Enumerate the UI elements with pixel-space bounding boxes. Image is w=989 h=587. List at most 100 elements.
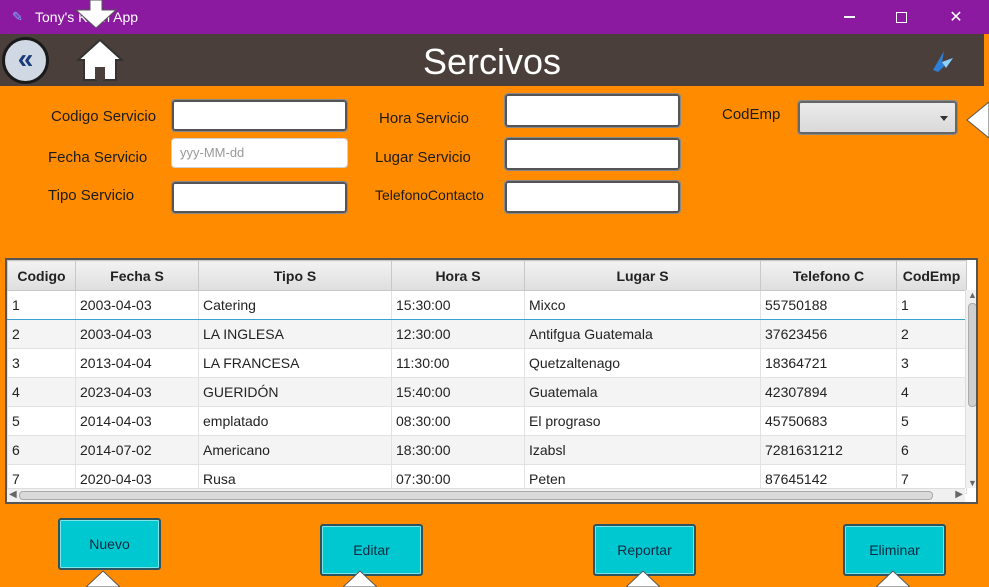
pointer-arrow-icon xyxy=(74,0,118,29)
lugar-servicio-input[interactable] xyxy=(504,137,681,171)
pointer-arrow-icon xyxy=(626,570,660,587)
column-header[interactable]: Fecha S xyxy=(75,260,199,291)
feather-icon: ✎ xyxy=(12,9,23,24)
fecha-servicio-input[interactable]: yyy-MM-dd xyxy=(171,138,348,168)
editar-button[interactable]: Editar xyxy=(320,524,423,576)
table-cell: 1 xyxy=(7,290,76,320)
table-cell: 2 xyxy=(896,319,967,349)
table-cell: 6 xyxy=(7,435,76,465)
table-cell: 6 xyxy=(896,435,967,465)
table-cell: 2013-04-04 xyxy=(75,348,199,378)
table-cell: 42307894 xyxy=(760,377,897,407)
tipo-servicio-label: Tipo Servicio xyxy=(48,187,135,204)
table-cell: 3 xyxy=(7,348,76,378)
pointer-arrow-icon xyxy=(343,570,377,587)
telefono-contacto-input[interactable] xyxy=(504,180,681,214)
close-button[interactable]: ✕ xyxy=(933,0,979,34)
eliminar-button[interactable]: Eliminar xyxy=(843,524,946,576)
table-cell: 7281631212 xyxy=(760,435,897,465)
nuevo-button[interactable]: Nuevo xyxy=(58,518,161,570)
table-row[interactable]: 6 2014-07-02 Americano 18:30:00 Izabsl 728163… xyxy=(7,435,967,465)
table-cell: Mixco xyxy=(524,290,761,320)
horizontal-scrollbar[interactable]: ◀ ▶ xyxy=(7,488,965,502)
table-cell: Catering xyxy=(198,290,392,320)
table-cell: 11:30:00 xyxy=(391,348,525,378)
table-header-row: Codigo Fecha S Tipo S Hora S Lugar S Tel… xyxy=(7,260,967,291)
column-header[interactable]: Tipo S xyxy=(198,260,392,291)
table-row[interactable]: 4 2023-04-03 GUERIDÓN 15:40:00 Guatemala 4230… xyxy=(7,377,967,407)
lugar-servicio-label: Lugar Servicio xyxy=(375,149,471,166)
services-grid: Codigo Fecha S Tipo S Hora S Lugar S Tel… xyxy=(7,260,967,494)
table-cell: 2003-04-03 xyxy=(75,319,199,349)
table-cell: 15:40:00 xyxy=(391,377,525,407)
table-cell: 2023-04-03 xyxy=(75,377,199,407)
codigo-servicio-input[interactable] xyxy=(171,99,348,132)
table-row[interactable]: 1 2003-04-03 Catering 15:30:00 Mixco 55750188… xyxy=(7,290,967,320)
scroll-up-icon[interactable]: ▲ xyxy=(968,290,976,300)
hora-servicio-input[interactable] xyxy=(504,93,681,128)
table-cell: emplatado xyxy=(198,406,392,436)
table-cell: 4 xyxy=(7,377,76,407)
table-cell: LA FRANCESA xyxy=(198,348,392,378)
scroll-thumb[interactable] xyxy=(19,491,933,500)
scroll-left-icon[interactable]: ◀ xyxy=(9,489,17,500)
table-cell: 5 xyxy=(7,406,76,436)
column-header[interactable]: Telefono C xyxy=(760,260,897,291)
reportar-button[interactable]: Reportar xyxy=(593,524,696,576)
fecha-servicio-label: Fecha Servicio xyxy=(48,149,148,166)
table-cell: Guatemala xyxy=(524,377,761,407)
table-cell: 37623456 xyxy=(760,319,897,349)
table-cell: 2014-04-03 xyxy=(75,406,199,436)
codemp-select[interactable] xyxy=(797,100,958,135)
table-cell: 2 xyxy=(7,319,76,349)
table-cell: GUERIDÓN xyxy=(198,377,392,407)
scroll-thumb[interactable] xyxy=(968,303,976,407)
hora-servicio-label: Hora Servicio xyxy=(379,110,470,127)
table-cell: 12:30:00 xyxy=(391,319,525,349)
close-icon: ✕ xyxy=(949,9,963,26)
minimize-icon xyxy=(843,16,855,18)
column-header[interactable]: CodEmp xyxy=(896,260,967,291)
codemp-label: CodEmp xyxy=(722,106,781,123)
column-header[interactable]: Lugar S xyxy=(524,260,761,291)
table-cell: 5 xyxy=(896,406,967,436)
table-cell: El prograso xyxy=(524,406,761,436)
table-cell: 2003-04-03 xyxy=(75,290,199,320)
services-table[interactable]: Codigo Fecha S Tipo S Hora S Lugar S Tel… xyxy=(5,258,978,504)
chevron-down-icon xyxy=(940,116,948,121)
table-cell: Quetzaltenago xyxy=(524,348,761,378)
scroll-right-icon[interactable]: ▶ xyxy=(955,489,963,500)
pointer-arrow-icon xyxy=(966,101,989,139)
table-cell: 15:30:00 xyxy=(391,290,525,320)
column-header[interactable]: Codigo xyxy=(7,260,76,291)
table-cell: Antifgua Guatemala xyxy=(524,319,761,349)
table-cell: 18:30:00 xyxy=(391,435,525,465)
table-cell: 2014-07-02 xyxy=(75,435,199,465)
page-header: « Sercivos xyxy=(0,34,984,86)
page-title: Sercivos xyxy=(422,41,562,82)
table-cell: 55750188 xyxy=(760,290,897,320)
maximize-button[interactable] xyxy=(878,0,924,34)
scroll-down-icon[interactable]: ▼ xyxy=(968,478,976,488)
table-cell: 1 xyxy=(896,290,967,320)
pointer-arrow-icon xyxy=(86,570,120,587)
table-row[interactable]: 2 2003-04-03 LA INGLESA 12:30:00 Antifgua Gu… xyxy=(7,319,967,349)
minimize-button[interactable] xyxy=(826,0,872,34)
pointer-arrow-icon xyxy=(876,570,910,587)
column-header[interactable]: Hora S xyxy=(391,260,525,291)
table-cell: Americano xyxy=(198,435,392,465)
table-cell: LA INGLESA xyxy=(198,319,392,349)
table-cell: 18364721 xyxy=(760,348,897,378)
maximize-icon xyxy=(895,11,907,23)
vertical-scrollbar[interactable]: ▲ ▼ xyxy=(965,290,976,488)
table-cell: Izabsl xyxy=(524,435,761,465)
fecha-placeholder: yyy-MM-dd xyxy=(180,145,245,160)
codigo-servicio-label: Codigo Servicio xyxy=(51,108,157,125)
table-row[interactable]: 5 2014-04-03 emplatado 08:30:00 El prograso 4… xyxy=(7,406,967,436)
table-cell: 4 xyxy=(896,377,967,407)
table-row[interactable]: 3 2013-04-04 LA FRANCESA 11:30:00 Quetzalten… xyxy=(7,348,967,378)
table-cell: 3 xyxy=(896,348,967,378)
table-cell: 45750683 xyxy=(760,406,897,436)
tipo-servicio-input[interactable] xyxy=(171,181,348,214)
brand-logo-icon xyxy=(933,51,953,72)
